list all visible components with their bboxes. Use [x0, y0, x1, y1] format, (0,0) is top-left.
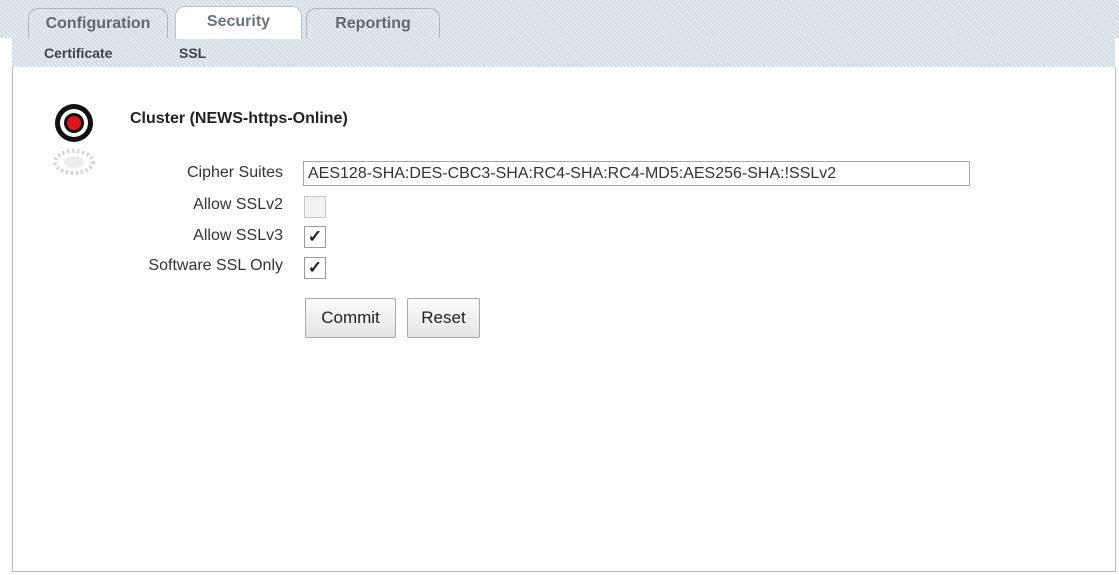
target-icon — [44, 98, 104, 178]
reset-button[interactable]: Reset — [407, 298, 480, 338]
tab-reporting[interactable]: Reporting — [306, 8, 440, 38]
allow-sslv3-checkbox[interactable]: ✓ — [304, 226, 326, 248]
allow-sslv3-label: Allow SSLv3 — [193, 227, 283, 244]
subtab-certificate[interactable]: Certificate — [44, 38, 112, 68]
tab-security[interactable]: Security — [175, 6, 302, 39]
cipher-suites-input[interactable] — [303, 161, 970, 186]
allow-sslv2-label: Allow SSLv2 — [193, 196, 283, 213]
content-panel — [12, 67, 1116, 572]
allow-sslv2-checkbox[interactable] — [304, 196, 326, 218]
software-ssl-only-label: Software SSL Only — [148, 257, 283, 274]
tab-configuration[interactable]: Configuration — [28, 8, 168, 38]
software-ssl-only-checkbox[interactable]: ✓ — [304, 257, 326, 279]
cluster-title: Cluster (NEWS-https-Online) — [130, 110, 348, 127]
subtab-ssl[interactable]: SSL — [179, 38, 206, 68]
commit-button[interactable]: Commit — [305, 298, 396, 338]
cipher-suites-label: Cipher Suites — [186, 164, 283, 181]
tab-bar: Configuration Security Reporting — [0, 0, 1119, 39]
subtab-bar: Certificate SSL — [12, 38, 1115, 68]
